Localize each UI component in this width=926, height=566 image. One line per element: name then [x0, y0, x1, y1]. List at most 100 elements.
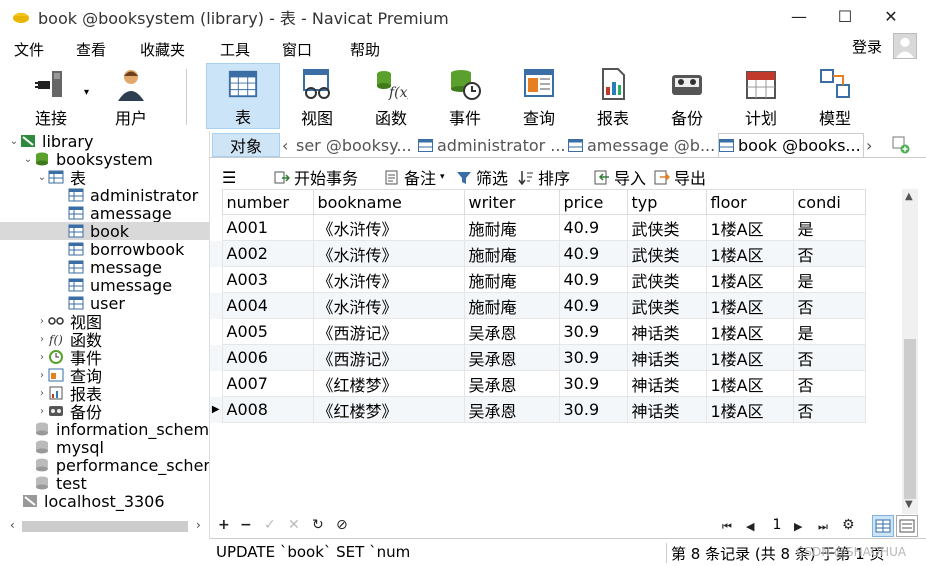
cell-writer[interactable]: 施耐庵 — [463, 266, 560, 293]
previous-page-button[interactable]: ◀ — [746, 520, 754, 533]
discard-changes-button[interactable]: ✕ — [288, 517, 300, 533]
cell-floor[interactable]: 1楼A区 — [705, 370, 794, 397]
tree-item-book[interactable]: book — [0, 222, 209, 241]
cell-floor[interactable]: 1楼A区 — [705, 396, 794, 423]
cell-price[interactable]: 40.9 — [558, 240, 628, 267]
cell-typ[interactable]: 武侠类 — [626, 266, 707, 293]
maximize-button[interactable]: ☐ — [822, 0, 868, 33]
cell-writer[interactable]: 施耐庵 — [463, 240, 560, 267]
cell-typ[interactable]: 神话类 — [626, 344, 707, 371]
sort-button[interactable]: 排序 — [518, 166, 570, 188]
memo-button[interactable]: 备注 ▾ — [384, 166, 445, 188]
connect-dropdown-icon[interactable]: ▾ — [84, 87, 89, 98]
tree-item-administrator[interactable]: administrator — [0, 186, 209, 205]
cell-typ[interactable]: 神话类 — [626, 370, 707, 397]
cell-condi[interactable]: 是 — [792, 266, 866, 293]
cell-number[interactable]: A007 — [221, 370, 314, 397]
table-row[interactable]: A002 《水浒传》 施耐庵 40.9 武侠类 1楼A区 否 — [210, 240, 866, 267]
grid-menu-icon[interactable]: ☰ — [222, 166, 236, 188]
table-row[interactable]: A007 《红楼梦》 吴承恩 30.9 神话类 1楼A区 否 — [210, 370, 866, 397]
tree-item-functions[interactable]: › f() 函数 — [0, 330, 209, 350]
last-page-button[interactable]: ⏭ — [818, 520, 828, 534]
tree-item-mysql[interactable]: mysql — [0, 438, 209, 457]
scroll-down-icon[interactable]: ▼ — [905, 499, 913, 510]
tree-item-booksystem[interactable]: ⌄ booksystem — [0, 150, 209, 169]
tree-item-test[interactable]: test — [0, 474, 209, 493]
cell-floor[interactable]: 1楼A区 — [705, 214, 794, 241]
form-view-button[interactable] — [896, 515, 918, 537]
cell-price[interactable]: 40.9 — [558, 266, 628, 293]
cell-condi[interactable]: 是 — [792, 318, 866, 345]
tree-item-reports[interactable]: › 报表 — [0, 384, 209, 404]
expand-icon[interactable]: › — [36, 316, 48, 327]
cell-bookname[interactable]: 《水浒传》 — [312, 214, 465, 241]
minimize-button[interactable]: — — [776, 0, 822, 33]
tree-item-amessage[interactable]: amessage — [0, 204, 209, 223]
page-number-field[interactable]: 1 — [767, 517, 787, 536]
column-header-bookname[interactable]: bookname — [312, 189, 465, 215]
column-header-writer[interactable]: writer — [463, 189, 560, 215]
scrollbar-thumb[interactable] — [904, 339, 916, 499]
cell-number[interactable]: A001 — [221, 214, 314, 241]
tab-scroll-right-icon[interactable]: › — [866, 133, 880, 157]
cell-writer[interactable]: 施耐庵 — [463, 214, 560, 241]
toolbar-model-button[interactable]: 模型 — [798, 63, 872, 129]
cell-bookname[interactable]: 《红楼梦》 — [312, 370, 465, 397]
column-header-condi[interactable]: condi — [792, 189, 866, 215]
toolbar-connect-button[interactable]: 连接 — [14, 63, 88, 129]
cell-condi[interactable]: 否 — [792, 370, 866, 397]
cell-price[interactable]: 30.9 — [558, 370, 628, 397]
table-row[interactable]: ▶ A008 《红楼梦》 吴承恩 30.9 神话类 1楼A区 否 — [210, 396, 866, 423]
expand-icon[interactable]: › — [36, 406, 48, 417]
column-header-typ[interactable]: typ — [626, 189, 707, 215]
tree-item-views[interactable]: › 视图 — [0, 312, 209, 332]
scrollbar-thumb[interactable] — [22, 521, 188, 532]
refresh-button[interactable]: ↻ — [312, 517, 324, 533]
menu-window[interactable]: 窗口 — [282, 39, 312, 60]
apply-changes-button[interactable]: ✓ — [264, 517, 276, 533]
toolbar-schedule-button[interactable]: 计划 — [724, 63, 798, 129]
cell-typ[interactable]: 武侠类 — [626, 240, 707, 267]
stop-button[interactable]: ⊘ — [336, 517, 348, 533]
cell-writer[interactable]: 吴承恩 — [463, 344, 560, 371]
cell-number[interactable]: A003 — [221, 266, 314, 293]
tab-amessage[interactable]: amessage @b... — [568, 133, 716, 157]
scroll-left-icon[interactable]: ‹ — [10, 518, 15, 532]
toolbar-view-button[interactable]: 视图 — [280, 63, 354, 129]
column-header-floor[interactable]: floor — [705, 189, 794, 215]
scroll-up-icon[interactable]: ▲ — [905, 191, 913, 202]
close-button[interactable]: ✕ — [868, 0, 914, 33]
grid-vertical-scrollbar[interactable]: ▲ ▼ — [902, 189, 918, 514]
row-indicator[interactable] — [210, 318, 222, 345]
cell-bookname[interactable]: 《水浒传》 — [312, 240, 465, 267]
cell-number[interactable]: A002 — [221, 240, 314, 267]
tree-item-information-schema[interactable]: information_schem — [0, 420, 209, 439]
avatar[interactable] — [893, 33, 917, 59]
cell-number[interactable]: A008 — [221, 396, 314, 423]
cell-writer[interactable]: 施耐庵 — [463, 292, 560, 319]
first-page-button[interactable]: ⏮ — [722, 520, 732, 534]
cell-floor[interactable]: 1楼A区 — [705, 318, 794, 345]
expand-icon[interactable]: › — [36, 352, 48, 363]
next-page-button[interactable]: ▶ — [794, 520, 802, 533]
tree-item-performance-schema[interactable]: performance_scher — [0, 456, 209, 475]
tab-objects[interactable]: 对象 — [212, 133, 280, 157]
tab-book[interactable]: book @books... — [718, 133, 864, 157]
row-indicator[interactable] — [210, 292, 222, 319]
menu-help[interactable]: 帮助 — [350, 39, 380, 60]
tab-administrator[interactable]: administrator ... — [418, 133, 566, 157]
cell-typ[interactable]: 神话类 — [626, 318, 707, 345]
current-row-indicator-icon[interactable]: ▶ — [210, 396, 222, 423]
cell-bookname[interactable]: 《水浒传》 — [312, 266, 465, 293]
tree-item-queries[interactable]: › 查询 — [0, 366, 209, 386]
cell-price[interactable]: 40.9 — [558, 214, 628, 241]
column-header-number[interactable]: number — [221, 189, 314, 215]
tree-item-borrowbook[interactable]: borrowbook — [0, 240, 209, 259]
cell-typ[interactable]: 武侠类 — [626, 292, 707, 319]
add-record-button[interactable]: + — [218, 517, 230, 533]
grid-view-button[interactable] — [872, 515, 894, 537]
menu-file[interactable]: 文件 — [14, 39, 44, 60]
cell-number[interactable]: A005 — [221, 318, 314, 345]
navigation-horizontal-scrollbar[interactable]: ‹ › — [8, 518, 206, 535]
cell-price[interactable]: 30.9 — [558, 344, 628, 371]
